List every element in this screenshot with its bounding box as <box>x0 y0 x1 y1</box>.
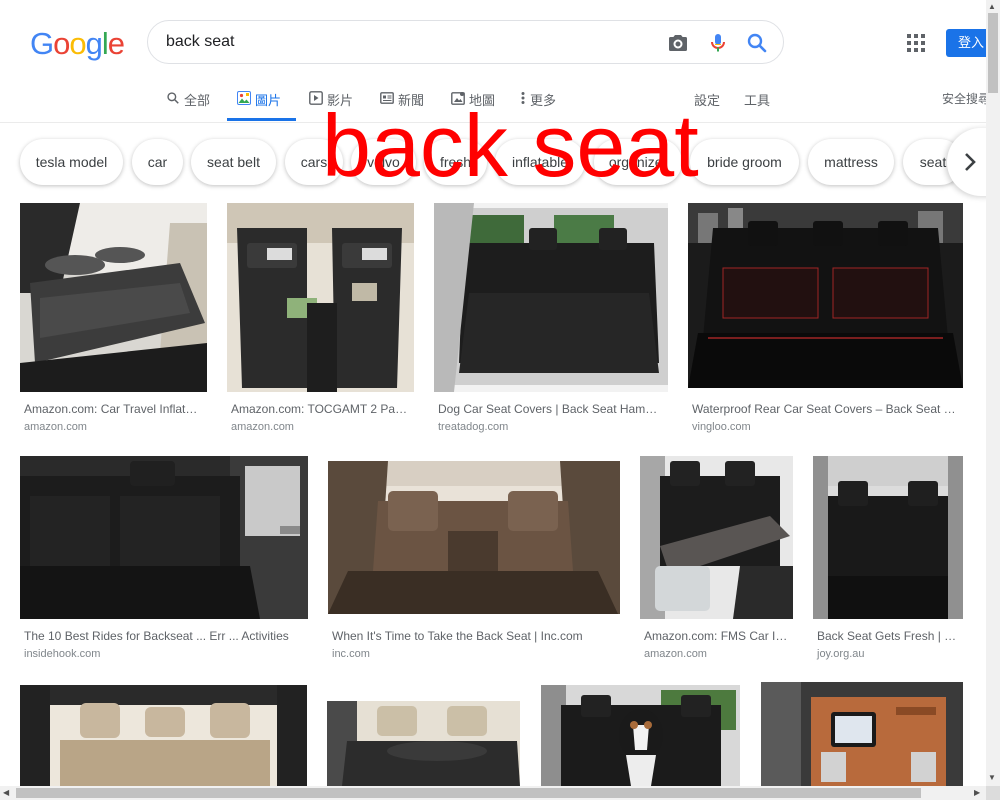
image-result[interactable]: Waterproof Rear Car Seat Covers – Back S… <box>688 203 963 433</box>
image-result[interactable]: Back Seat Gets Fresh | Joy joy.org.au <box>813 456 963 666</box>
overlay-caption: back seat <box>322 96 699 195</box>
chip[interactable]: car <box>132 139 183 185</box>
result-thumbnail[interactable] <box>328 461 620 614</box>
search-box[interactable] <box>147 20 784 64</box>
search-icon[interactable] <box>745 31 769 55</box>
result-source[interactable]: vingloo.com <box>692 421 751 433</box>
scrollbar-corner <box>986 786 1000 800</box>
scroll-right-arrow-icon[interactable]: ▶ <box>974 788 980 797</box>
chip[interactable]: mattress <box>808 139 894 185</box>
image-result[interactable] <box>20 685 307 786</box>
image-result[interactable]: Amazon.com: Car Travel Inflatable Mattre… <box>20 203 207 433</box>
horizontal-scroll-thumb[interactable] <box>16 788 921 798</box>
active-tab-indicator <box>227 118 296 121</box>
search-input[interactable] <box>166 31 646 53</box>
image-result[interactable]: When It's Time to Take the Back Seat | I… <box>328 456 620 666</box>
result-thumbnail[interactable] <box>227 203 414 392</box>
result-source[interactable]: amazon.com <box>24 421 87 433</box>
result-thumbnail[interactable] <box>434 203 668 392</box>
result-thumbnail[interactable] <box>20 456 308 619</box>
result-caption[interactable]: Amazon.com: Car Travel Inflatable Mattre… <box>24 402 204 416</box>
microphone-icon[interactable] <box>706 31 730 55</box>
vertical-scrollbar[interactable] <box>986 0 1000 786</box>
scroll-down-arrow-icon[interactable]: ▼ <box>988 773 996 782</box>
tools-link[interactable]: 工具 <box>744 90 770 120</box>
result-source[interactable]: insidehook.com <box>24 648 100 660</box>
logo-letter: o <box>69 26 86 61</box>
result-thumbnail[interactable] <box>327 701 520 786</box>
logo-letter: g <box>85 26 103 61</box>
tab-label: 圖片 <box>255 93 282 108</box>
image-result[interactable]: Amazon.com: FMS Car Inflatable Bed amazo… <box>640 456 793 666</box>
image-result[interactable]: Amazon.com: TOCGAMT 2 Pack Car Back Seat… <box>227 203 414 433</box>
image-result[interactable]: Dog Car Seat Covers | Back Seat Hammock … <box>434 203 668 433</box>
chevron-right-icon <box>965 153 976 171</box>
scroll-up-arrow-icon[interactable]: ▲ <box>988 2 996 11</box>
result-caption[interactable]: Back Seat Gets Fresh | Joy <box>817 629 960 643</box>
result-source[interactable]: joy.org.au <box>817 648 865 660</box>
result-caption[interactable]: Waterproof Rear Car Seat Covers – Back S… <box>692 402 958 416</box>
image-result[interactable]: The 10 Best Rides for Backseat ... Err .… <box>20 456 308 666</box>
google-logo[interactable]: Google <box>30 26 125 62</box>
safe-search-link[interactable]: 安全搜尋 <box>942 90 990 107</box>
logo-letter: G <box>30 26 54 61</box>
logo-letter: e <box>107 26 125 61</box>
result-source[interactable]: inc.com <box>332 648 370 660</box>
result-caption[interactable]: Amazon.com: FMS Car Inflatable Bed <box>644 629 790 643</box>
video-icon <box>309 91 323 105</box>
result-thumbnail[interactable] <box>640 456 793 619</box>
result-caption[interactable]: The 10 Best Rides for Backseat ... Err .… <box>24 629 304 643</box>
result-caption[interactable]: Dog Car Seat Covers | Back Seat Hammock <box>438 402 660 416</box>
chip[interactable]: seat belt <box>191 139 276 185</box>
chip[interactable]: tesla model <box>20 139 123 185</box>
search-icon <box>167 92 179 104</box>
image-result[interactable] <box>541 685 740 786</box>
result-source[interactable]: amazon.com <box>231 421 294 433</box>
image-icon <box>237 91 251 105</box>
image-result[interactable] <box>327 685 520 786</box>
result-thumbnail[interactable] <box>20 685 307 786</box>
logo-letter: o <box>53 26 70 61</box>
tab-all[interactable]: 全部 <box>166 90 210 120</box>
chip[interactable]: bride groom <box>690 139 799 185</box>
result-caption[interactable]: When It's Time to Take the Back Seat | I… <box>332 629 616 643</box>
result-thumbnail[interactable] <box>813 456 963 619</box>
tab-images[interactable]: 圖片 <box>237 90 281 120</box>
result-source[interactable]: treatadog.com <box>438 421 508 433</box>
result-thumbnail[interactable] <box>761 682 963 786</box>
result-source[interactable]: amazon.com <box>644 648 707 660</box>
image-result[interactable] <box>761 682 963 786</box>
scroll-left-arrow-icon[interactable]: ◀ <box>3 788 9 797</box>
camera-icon[interactable] <box>666 31 690 55</box>
apps-grid-icon[interactable] <box>907 34 925 52</box>
result-thumbnail[interactable] <box>541 685 740 786</box>
result-thumbnail[interactable] <box>688 203 963 388</box>
result-thumbnail[interactable] <box>20 203 207 392</box>
tab-label: 全部 <box>184 93 211 108</box>
vertical-scroll-thumb[interactable] <box>988 13 998 93</box>
tools-label: 工具 <box>744 93 771 108</box>
result-caption[interactable]: Amazon.com: TOCGAMT 2 Pack Car Back Seat… <box>231 402 411 416</box>
